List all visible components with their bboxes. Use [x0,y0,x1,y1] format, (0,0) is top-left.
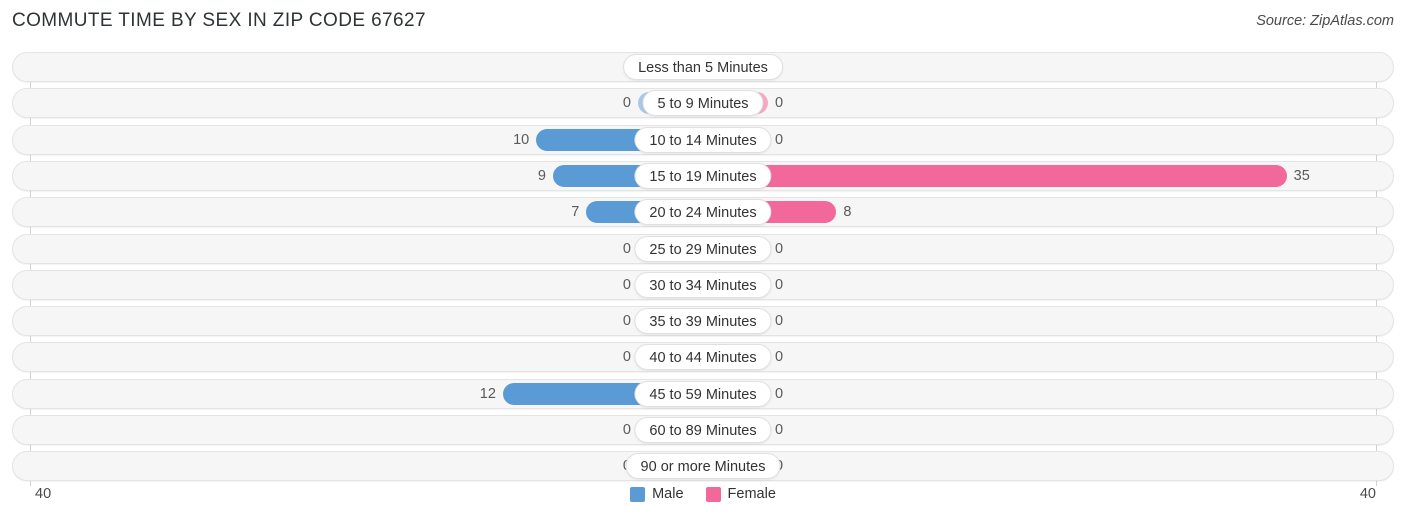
value-label-male: 0 [622,95,631,112]
value-label-female: 0 [775,131,784,148]
row-label-pill[interactable]: 10 to 14 Minutes [634,126,772,153]
value-label-male: 10 [513,131,530,148]
bar-female[interactable] [703,164,1287,187]
row-label-pill[interactable]: 15 to 19 Minutes [634,162,772,189]
row-label-pill[interactable]: 90 or more Minutes [625,453,781,480]
commute-time-chart: COMMUTE TIME BY SEX IN ZIP CODE 67627 So… [0,0,1406,523]
value-label-female: 0 [775,313,784,330]
table-row[interactable]: 0 0 40 to 44 Minutes [0,342,1406,372]
value-label-female: 0 [775,385,784,402]
value-label-male: 0 [622,313,631,330]
source-attribution: Source: ZipAtlas.com [1256,13,1394,29]
value-label-female: 0 [775,276,784,293]
value-label-female: 8 [843,204,852,221]
table-row[interactable]: 0 0 5 to 9 Minutes [0,88,1406,118]
legend-item[interactable]: Male [630,486,684,502]
table-row[interactable]: 0 0 30 to 34 Minutes [0,270,1406,300]
value-label-male: 0 [622,276,631,293]
legend-swatch-male [630,486,646,502]
value-label-male: 0 [622,349,631,366]
value-label-male: 9 [537,167,546,184]
plot-area: 00Less than 5 Minutes005 to 9 Minutes100… [0,52,1406,486]
value-label-male: 7 [571,204,580,221]
legend-label: Female [727,486,776,502]
value-label-female: 35 [1293,167,1310,184]
table-row[interactable]: 0 0 35 to 39 Minutes [0,306,1406,336]
row-label-pill[interactable]: 60 to 89 Minutes [634,417,772,443]
value-label-male: 12 [479,385,496,402]
chart-legend: Male Female [0,486,1406,502]
row-label-pill[interactable]: 40 to 44 Minutes [634,344,772,371]
value-label-male: 0 [622,422,631,438]
value-label-female: 0 [775,349,784,366]
value-label-female: 0 [775,240,784,257]
row-label-pill[interactable]: Less than 5 Minutes [623,54,783,80]
row-label-pill[interactable]: 30 to 34 Minutes [634,271,772,298]
row-label-pill[interactable]: 45 to 59 Minutes [634,380,772,407]
table-row[interactable]: 0 0 60 to 89 Minutes [0,415,1406,445]
value-label-female: 0 [775,95,784,112]
table-row[interactable]: 10 0 10 to 14 Minutes [0,125,1406,155]
value-label-male: 0 [622,240,631,257]
table-row[interactable]: 0090 or more Minutes [0,451,1406,481]
page-title: COMMUTE TIME BY SEX IN ZIP CODE 67627 [12,10,426,31]
legend-label: Male [652,486,684,502]
value-label-female: 0 [775,422,784,438]
table-row[interactable]: 9 35 15 to 19 Minutes [0,161,1406,191]
table-row[interactable]: 0 0 25 to 29 Minutes [0,234,1406,264]
row-label-pill[interactable]: 20 to 24 Minutes [634,199,772,226]
legend-swatch-female [705,486,721,502]
row-label-pill[interactable]: 25 to 29 Minutes [634,235,772,262]
table-row[interactable]: 00Less than 5 Minutes [0,52,1406,82]
table-row[interactable]: 7 8 20 to 24 Minutes [0,197,1406,227]
row-label-pill[interactable]: 35 to 39 Minutes [634,308,772,335]
table-row[interactable]: 12 0 45 to 59 Minutes [0,379,1406,409]
legend-item[interactable]: Female [705,486,776,502]
row-label-pill[interactable]: 5 to 9 Minutes [642,90,764,117]
